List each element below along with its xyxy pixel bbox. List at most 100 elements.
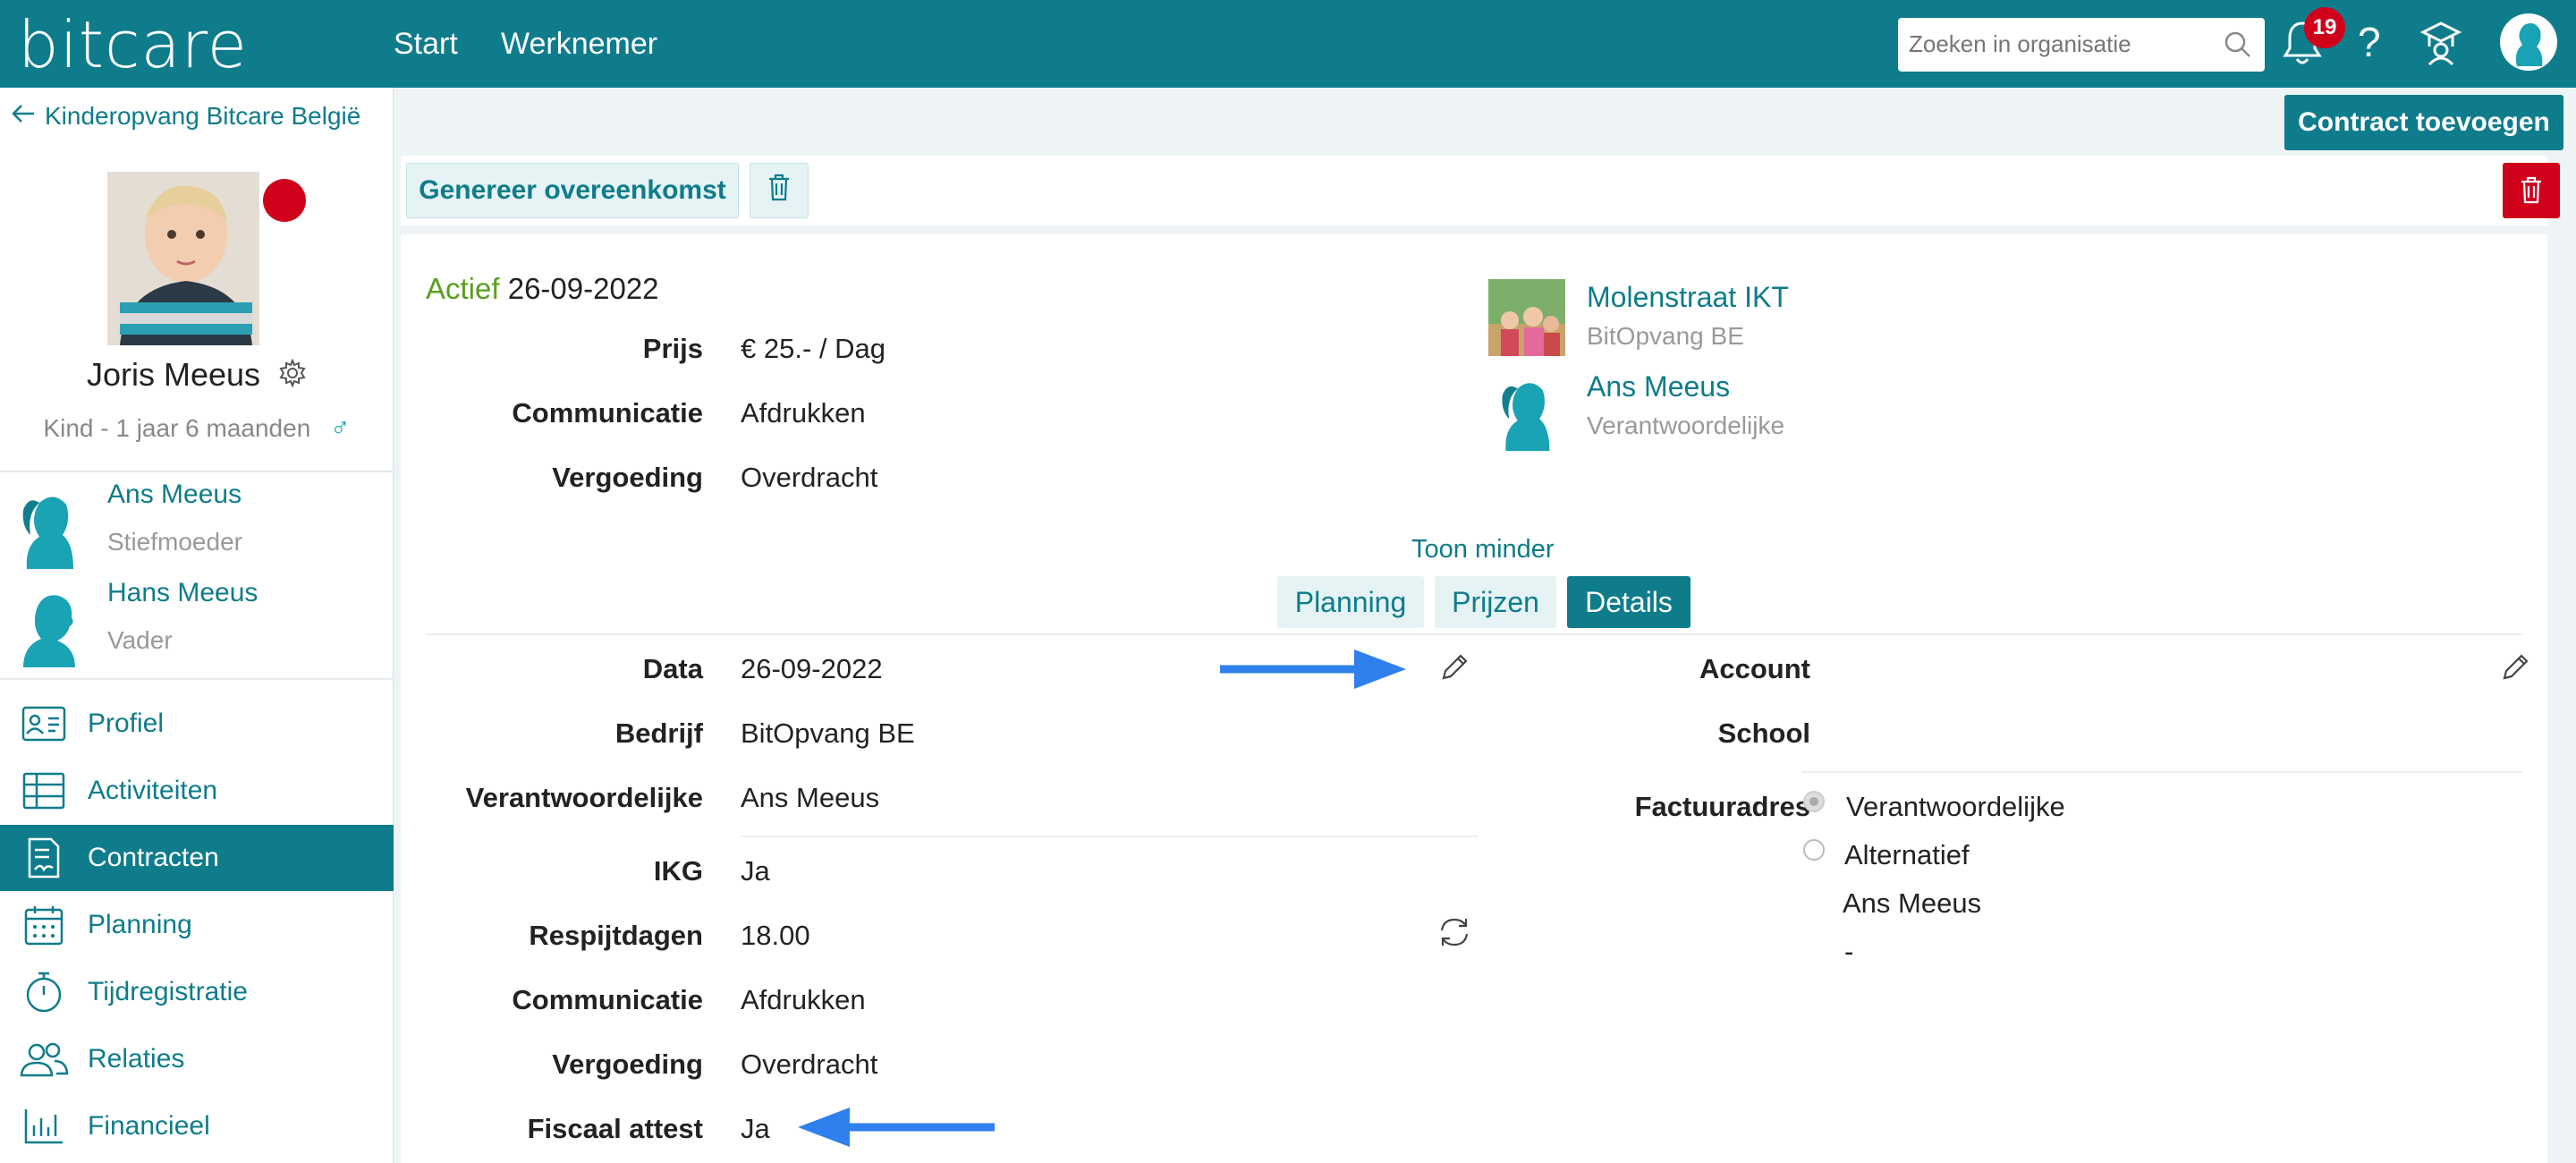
child-sub: Kind - 1 jaar 6 maanden ♂ [0, 413, 394, 444]
divider [1801, 771, 2522, 773]
divider [741, 836, 1478, 837]
graduation-cap-icon[interactable] [2419, 20, 2462, 71]
detail-value: Ans Meeus [741, 782, 880, 813]
sidebar-item-label: Activiteiten [88, 776, 218, 805]
sidebar-item-financieel[interactable]: Financieel [0, 1093, 394, 1159]
divider [0, 471, 394, 472]
detail-label: Respijtdagen [529, 920, 703, 951]
relation-item[interactable]: Ans Meeus Stiefmoeder [9, 480, 385, 569]
notification-badge: 19 [2304, 7, 2345, 48]
detail-value: BitOpvang BE [741, 717, 915, 749]
radio-label: Alternatief [1844, 839, 1970, 870]
bar-chart-icon [0, 1108, 88, 1145]
sidebar-item-contracten[interactable]: Contracten [0, 825, 394, 891]
trash-icon [2520, 176, 2543, 207]
divider [426, 633, 2522, 635]
pencil-icon[interactable] [1438, 651, 1470, 688]
sidebar-item-relaties[interactable]: Relaties [0, 1026, 394, 1092]
responsible-name[interactable]: Ans Meeus [1587, 370, 1730, 403]
status-dot [263, 179, 306, 222]
help-icon[interactable]: ? [2358, 18, 2381, 66]
delete-contract-button[interactable] [2503, 163, 2560, 218]
sidebar-item-label: Relaties [88, 1044, 185, 1074]
detail-value: Afdrukken [741, 984, 866, 1015]
sidebar: Kinderopvang Bitcare België Joris Meeus … [0, 88, 394, 1163]
location-sub: BitOpvang BE [1587, 322, 1744, 350]
sidebar-item-profiel[interactable]: Profiel [0, 691, 394, 757]
gear-icon[interactable] [278, 358, 307, 395]
delete-agreement-button[interactable] [750, 163, 809, 218]
invoice-extra: - [1844, 936, 1854, 967]
detail-label: Verantwoordelijke [465, 782, 703, 813]
detail-label: Bedrijf [614, 717, 703, 749]
back-link[interactable]: Kinderopvang Bitcare België [11, 102, 360, 131]
logo[interactable]: bitcare [18, 7, 248, 82]
invoice-name: Ans Meeus [1843, 887, 1982, 919]
sidebar-item-label: Tijdregistratie [88, 977, 248, 1006]
account-label: Account [1699, 653, 1810, 684]
stopwatch-icon [0, 971, 88, 1014]
add-contract-button[interactable]: Contract toevoegen [2284, 95, 2563, 150]
people-icon [0, 1041, 88, 1077]
detail-value: Ja [741, 855, 770, 887]
relation-name[interactable]: Ans Meeus [107, 480, 242, 510]
relation-name[interactable]: Hans Meeus [107, 578, 258, 608]
status-label: Actief [426, 272, 500, 305]
refresh-icon[interactable] [1436, 914, 1472, 955]
annotation-arrow-right-icon [1220, 646, 1408, 697]
detail-label: IKG [653, 855, 703, 887]
sidebar-item-tijdregistratie[interactable]: Tijdregistratie [0, 959, 394, 1025]
relation-role: Stiefmoeder [107, 528, 242, 556]
contract-status-line: Actief 26-09-2022 [426, 272, 659, 306]
contract-card: Actief 26-09-2022 Prijs € 25.- / Dag Com… [401, 234, 2547, 1163]
table-icon [0, 772, 88, 810]
sidebar-item-label: Financieel [88, 1111, 210, 1141]
summary-label: Vergoeding [552, 462, 703, 493]
nav-start[interactable]: Start [394, 27, 458, 62]
generate-agreement-button[interactable]: Genereer overeenkomst [406, 163, 739, 218]
search-icon[interactable] [2224, 30, 2252, 64]
back-link-label: Kinderopvang Bitcare België [45, 102, 361, 130]
contract-icon [0, 837, 88, 879]
sidebar-item-label: Contracten [88, 843, 219, 872]
sidebar-item-planning[interactable]: Planning [0, 892, 394, 958]
female-avatar-icon [9, 480, 89, 569]
summary-value: € 25.- / Dag [741, 333, 886, 364]
child-photo [107, 172, 259, 345]
child-name: Joris Meeus [0, 356, 394, 395]
pencil-icon[interactable] [2499, 651, 2531, 688]
detail-label: Fiscaal attest [527, 1113, 703, 1144]
relation-item[interactable]: Hans Meeus Vader [9, 578, 385, 667]
calendar-icon [0, 904, 88, 946]
annotation-arrow-left-icon [796, 1104, 995, 1155]
responsible-sub: Verantwoordelijke [1587, 412, 1785, 439]
child-name-label: Joris Meeus [86, 356, 261, 393]
sidebar-item-label: Profiel [88, 709, 165, 738]
detail-value: 18.00 [741, 920, 810, 951]
trash-icon [767, 174, 791, 208]
detail-value: Overdracht [741, 1048, 878, 1080]
toggle-less-link[interactable]: Toon minder [1411, 535, 1555, 565]
divider [0, 678, 394, 680]
tab-planning[interactable]: Planning [1277, 576, 1424, 628]
detail-value: Ja [741, 1113, 770, 1144]
arrow-left-icon [11, 102, 36, 131]
search-input[interactable] [1909, 18, 2213, 70]
location-name[interactable]: Molenstraat IKT [1587, 281, 1789, 314]
avatar[interactable] [2499, 13, 2558, 76]
location-photo [1488, 279, 1565, 356]
detail-label: Data [642, 653, 703, 684]
summary-value: Overdracht [741, 462, 878, 493]
nav-werknemer[interactable]: Werknemer [501, 27, 657, 62]
female-avatar-icon [1488, 367, 1565, 451]
sidebar-item-label: Planning [88, 910, 192, 939]
tab-prijzen[interactable]: Prijzen [1435, 576, 1556, 628]
detail-label: Communicatie [512, 984, 703, 1015]
summary-label: Prijs [642, 333, 703, 364]
radio-verantwoordelijke[interactable] [1803, 791, 1825, 812]
radio-alternatief[interactable] [1803, 839, 1825, 861]
tab-details[interactable]: Details [1567, 576, 1690, 628]
sidebar-item-activiteiten[interactable]: Activiteiten [0, 758, 394, 824]
detail-label: Vergoeding [552, 1048, 703, 1080]
child-age: Kind - 1 jaar 6 maanden [43, 414, 311, 442]
